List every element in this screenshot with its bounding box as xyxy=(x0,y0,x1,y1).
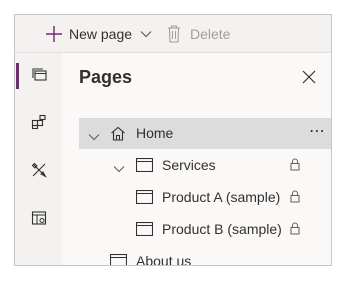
left-nav-rail xyxy=(15,53,62,265)
plus-icon xyxy=(45,25,63,43)
new-page-button[interactable]: New page xyxy=(45,15,152,52)
command-bar: New page Delete xyxy=(15,15,331,53)
home-icon xyxy=(110,126,126,144)
tree-item-label: About us xyxy=(136,253,192,266)
tree-item-label: Product A (sample) xyxy=(162,189,281,205)
tree-item-product-a[interactable]: Product A (sample) xyxy=(79,182,331,213)
more-options-icon[interactable]: ⋯ xyxy=(309,121,326,141)
components-icon xyxy=(31,114,47,135)
chevron-down-icon[interactable] xyxy=(140,30,152,38)
tree-item-label: Home xyxy=(136,125,174,141)
tree-item-label: Services xyxy=(162,157,216,173)
rail-item-layout-settings[interactable] xyxy=(15,205,62,235)
pages-panel-frame: New page Delete Pages Home ⋯ Services Pr… xyxy=(14,14,332,266)
new-page-label: New page xyxy=(69,25,133,42)
pages-icon xyxy=(31,66,47,87)
tree-item-about-us[interactable]: About us xyxy=(79,246,331,266)
lock-icon xyxy=(290,190,300,206)
themes-icon xyxy=(31,162,47,183)
page-icon xyxy=(135,157,154,175)
chevron-down-icon[interactable] xyxy=(88,128,100,144)
tree-item-home[interactable]: Home ⋯ xyxy=(79,118,331,149)
rail-item-pages[interactable] xyxy=(15,61,62,91)
lock-icon xyxy=(290,222,300,238)
settings-layout-icon xyxy=(31,210,47,231)
page-icon xyxy=(135,221,154,239)
delete-button[interactable]: Delete xyxy=(167,15,230,52)
lock-icon xyxy=(290,158,300,174)
delete-label: Delete xyxy=(190,25,231,42)
rail-item-themes[interactable] xyxy=(15,157,62,187)
close-button[interactable] xyxy=(301,70,317,89)
chevron-down-icon[interactable] xyxy=(113,160,125,176)
page-icon xyxy=(135,189,154,207)
close-icon xyxy=(302,70,316,89)
pane-title: Pages xyxy=(79,67,133,87)
tree-item-product-b[interactable]: Product B (sample) xyxy=(79,214,331,245)
tree-item-services[interactable]: Services xyxy=(79,150,331,181)
pages-pane: Pages Home ⋯ Services Product A (sample)… xyxy=(62,53,331,266)
trash-icon xyxy=(167,24,181,43)
tree-item-label: Product B (sample) xyxy=(162,221,282,237)
rail-item-components[interactable] xyxy=(15,109,62,139)
page-icon xyxy=(109,253,128,265)
